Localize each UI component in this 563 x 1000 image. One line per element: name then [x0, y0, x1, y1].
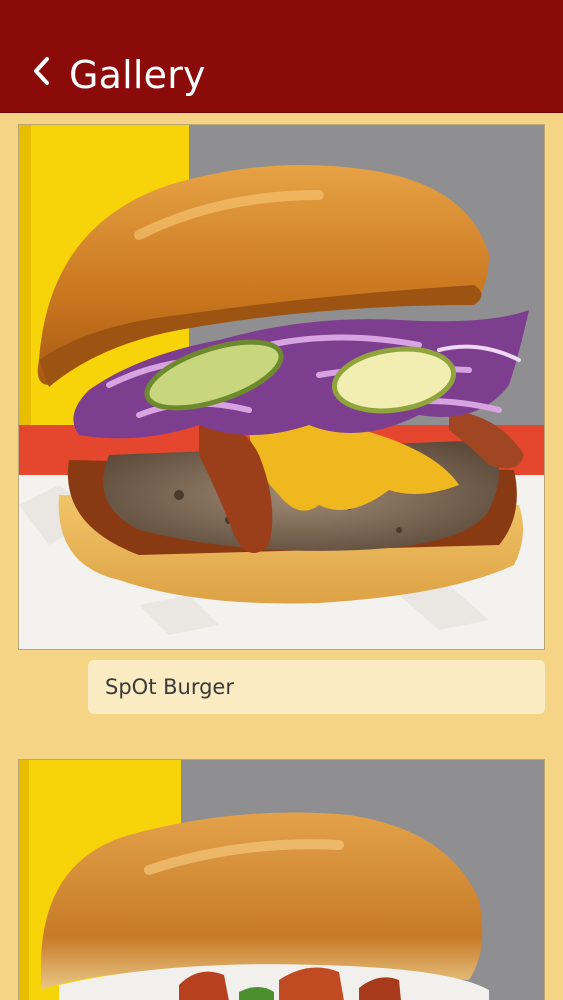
photo-caption: SpOt Burger — [88, 660, 545, 714]
burger-photo — [19, 125, 544, 649]
back-button[interactable] — [22, 46, 62, 96]
gallery-item — [18, 759, 545, 1000]
burger-photo — [19, 760, 544, 1000]
gallery-screen: Gallery SpOt Burger — [0, 0, 563, 1000]
header-bar: Gallery — [0, 0, 563, 113]
chevron-left-icon — [34, 57, 49, 85]
gallery-photo[interactable] — [18, 759, 545, 1000]
gallery-photo[interactable] — [18, 124, 545, 650]
gallery-item: SpOt Burger — [18, 124, 545, 716]
page-title: Gallery — [69, 53, 206, 97]
